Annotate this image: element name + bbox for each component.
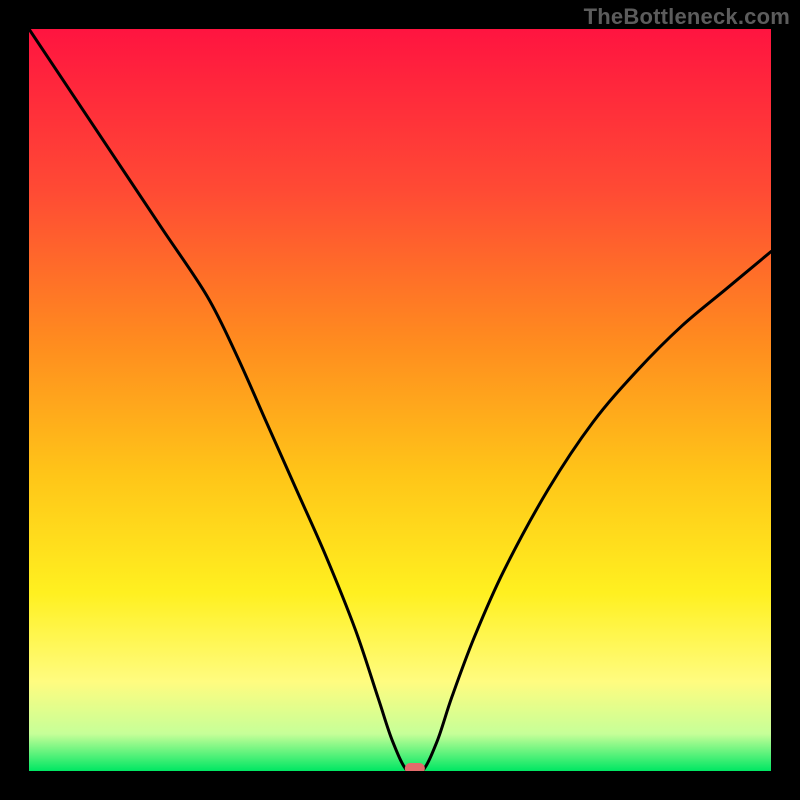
plot-svg bbox=[29, 29, 771, 771]
plot-area bbox=[29, 29, 771, 771]
attribution-text: TheBottleneck.com bbox=[584, 4, 790, 30]
gradient-background bbox=[29, 29, 771, 771]
chart-stage: TheBottleneck.com bbox=[0, 0, 800, 800]
optimal-marker bbox=[405, 763, 425, 771]
